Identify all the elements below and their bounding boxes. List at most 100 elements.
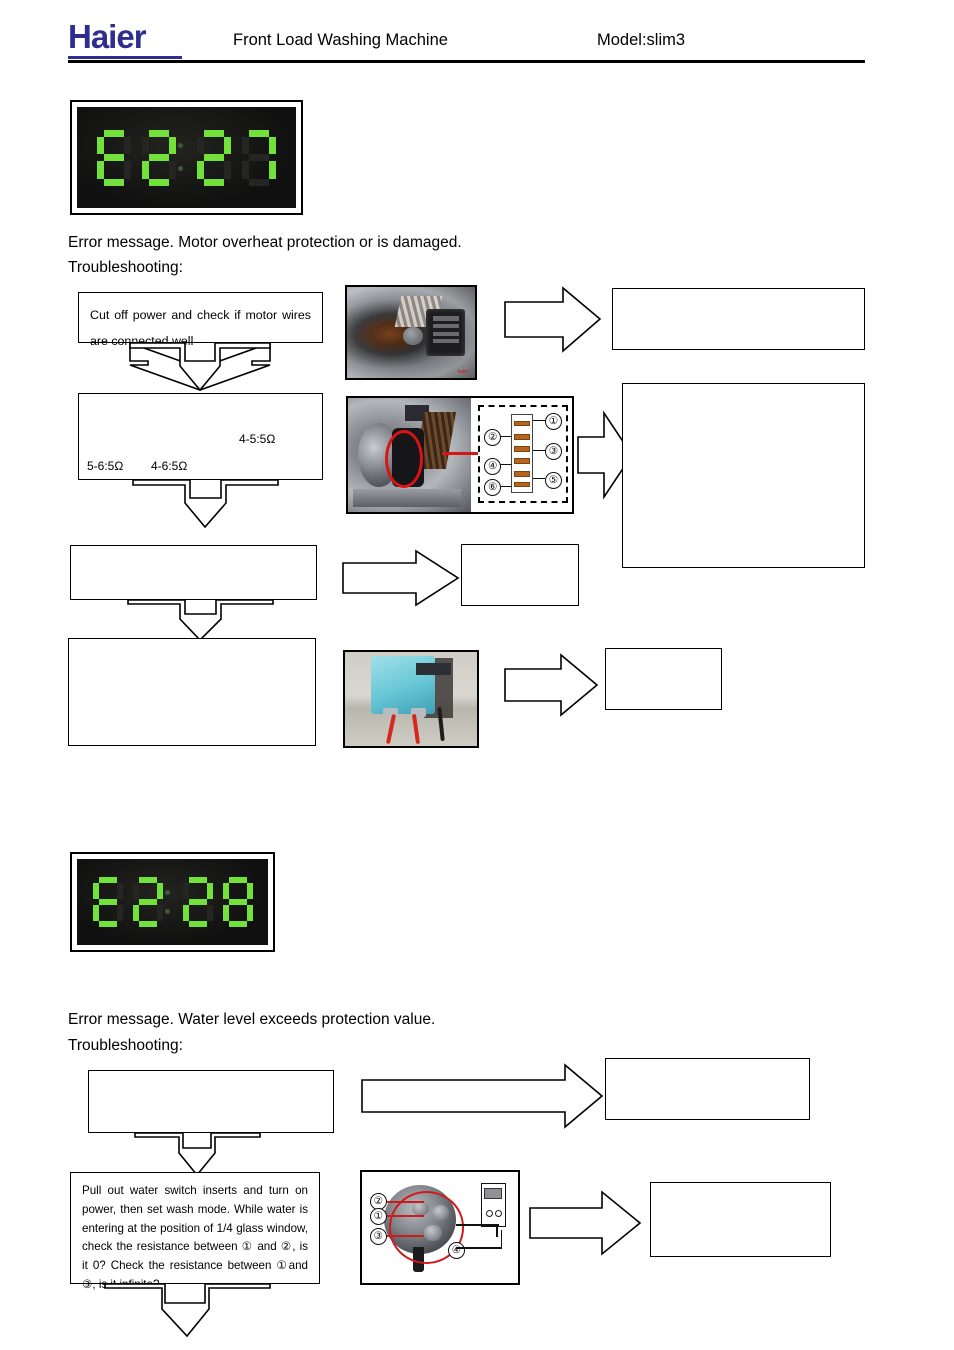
header-divider — [68, 60, 865, 63]
flow-box-text — [606, 649, 721, 658]
header-product-title: Front Load Washing Machine — [233, 31, 448, 49]
result-box-3-section1 — [461, 544, 579, 606]
flow-box-text — [89, 1071, 333, 1080]
meter-wire-2 — [455, 1247, 503, 1249]
motor-shaft — [403, 327, 423, 346]
switch-number-3: ③ — [369, 1227, 387, 1245]
segment-f — [222, 883, 229, 899]
result-box-1-section1 — [612, 288, 865, 350]
meter-jack-left — [485, 1210, 493, 1218]
meter-jack-right — [494, 1210, 502, 1218]
segment-d — [104, 178, 124, 186]
photo-watermark: haier — [457, 369, 469, 376]
segment-g — [228, 899, 247, 905]
flow-box-resistance-section1: 4-5:5Ω 5-6:5Ω 4-6:5Ω — [78, 393, 323, 480]
segment-g — [149, 154, 169, 161]
segment-g — [188, 899, 207, 905]
flow-box-step1-section1: Cut off power and check if motor wires a… — [78, 292, 323, 348]
motor-baseplate — [352, 489, 462, 508]
terminal-number-4: ④ — [484, 457, 502, 475]
segment-a — [149, 129, 169, 137]
page-header: Haier Front Load Washing Machine Model:s… — [0, 0, 954, 68]
right-arrow-1 — [504, 286, 602, 353]
resistance-4-6: 4-6:5Ω — [151, 459, 188, 473]
segment-a — [228, 877, 247, 883]
segment-f — [242, 136, 249, 154]
segment-e — [92, 905, 99, 921]
terminal-strip — [510, 414, 533, 494]
motor-stator-photo: haier — [345, 285, 477, 380]
segment-d — [204, 178, 224, 186]
flow-box-text: Pull out water switch inserts and turn o… — [82, 1184, 308, 1291]
segment-g — [138, 899, 157, 905]
segment-g — [98, 899, 117, 905]
segment-f — [92, 883, 99, 899]
terminal-number-3: ③ — [544, 442, 562, 460]
error-message-1: Error message. Motor overheat protection… — [68, 234, 462, 251]
switch-number-4: ④ — [447, 1241, 465, 1259]
down-arrow-4 — [134, 1132, 261, 1177]
segment-e — [242, 161, 249, 179]
terminal-number-1: ① — [544, 413, 562, 431]
motor-photo — [348, 398, 472, 512]
right-arrow-4 — [504, 653, 599, 717]
flow-box-step4-section1 — [68, 638, 316, 746]
segment-b — [116, 883, 123, 899]
red-test-lead — [385, 713, 396, 745]
segment-f — [142, 136, 149, 154]
segment-d — [98, 921, 117, 927]
segment-b — [224, 136, 231, 154]
right-arrow-5 — [361, 1063, 604, 1129]
segment-b — [169, 136, 176, 154]
meter-screen — [484, 1188, 502, 1200]
multimeter-illustration — [480, 1183, 506, 1228]
seven-segment-digit — [182, 877, 213, 927]
haier-logo: Haier — [68, 20, 188, 62]
error-code-display-1 — [70, 100, 303, 215]
down-arrow-1-shape — [129, 342, 271, 392]
terminal-detail-box: ① ② ③ ④ ⑤ ⑥ — [477, 404, 568, 503]
flow-box-text — [69, 639, 315, 648]
segment-b — [269, 136, 276, 154]
down-arrow-5 — [104, 1283, 271, 1338]
flow-box-text — [462, 545, 578, 554]
segment-a — [188, 877, 207, 883]
result-box-4-section1 — [605, 648, 722, 710]
segment-c — [246, 905, 253, 921]
segment-c — [124, 161, 131, 179]
segment-a — [249, 129, 269, 137]
flow-box-text — [613, 289, 864, 298]
segment-g — [249, 154, 269, 161]
segment-d — [149, 178, 169, 186]
seven-segment-digit — [197, 129, 231, 186]
red-lead-3 — [386, 1235, 425, 1238]
flow-box-text — [606, 1059, 809, 1068]
segment-b — [206, 883, 213, 899]
led-screen — [77, 107, 296, 208]
down-arrow-3 — [127, 599, 274, 642]
seven-segment-digit — [222, 877, 253, 927]
segment-c — [269, 161, 276, 179]
segment-c — [116, 905, 123, 921]
motor-connector — [426, 308, 465, 357]
segment-a — [138, 877, 157, 883]
seven-segment-digit — [132, 877, 163, 927]
segment-a — [98, 877, 117, 883]
seven-segment-digit — [92, 877, 123, 927]
segment-d — [249, 178, 269, 186]
segment-e — [197, 161, 204, 179]
segment-c — [224, 161, 231, 179]
red-lead-1 — [386, 1215, 425, 1218]
segment-f — [132, 883, 139, 899]
flow-box-step1-section2 — [88, 1070, 334, 1133]
seven-segment-digit — [97, 129, 131, 186]
resistance-5-6: 5-6:5Ω — [87, 459, 124, 473]
seven-segment-digit — [142, 129, 176, 186]
flow-box-step3-section1 — [70, 545, 317, 600]
troubleshooting-label-1: Troubleshooting: — [68, 259, 183, 276]
segment-c — [206, 905, 213, 921]
segment-e — [142, 161, 149, 179]
result-box-1-section2 — [605, 1058, 810, 1120]
result-box-2-section2 — [650, 1182, 831, 1257]
result-box-2-section1 — [622, 383, 865, 568]
